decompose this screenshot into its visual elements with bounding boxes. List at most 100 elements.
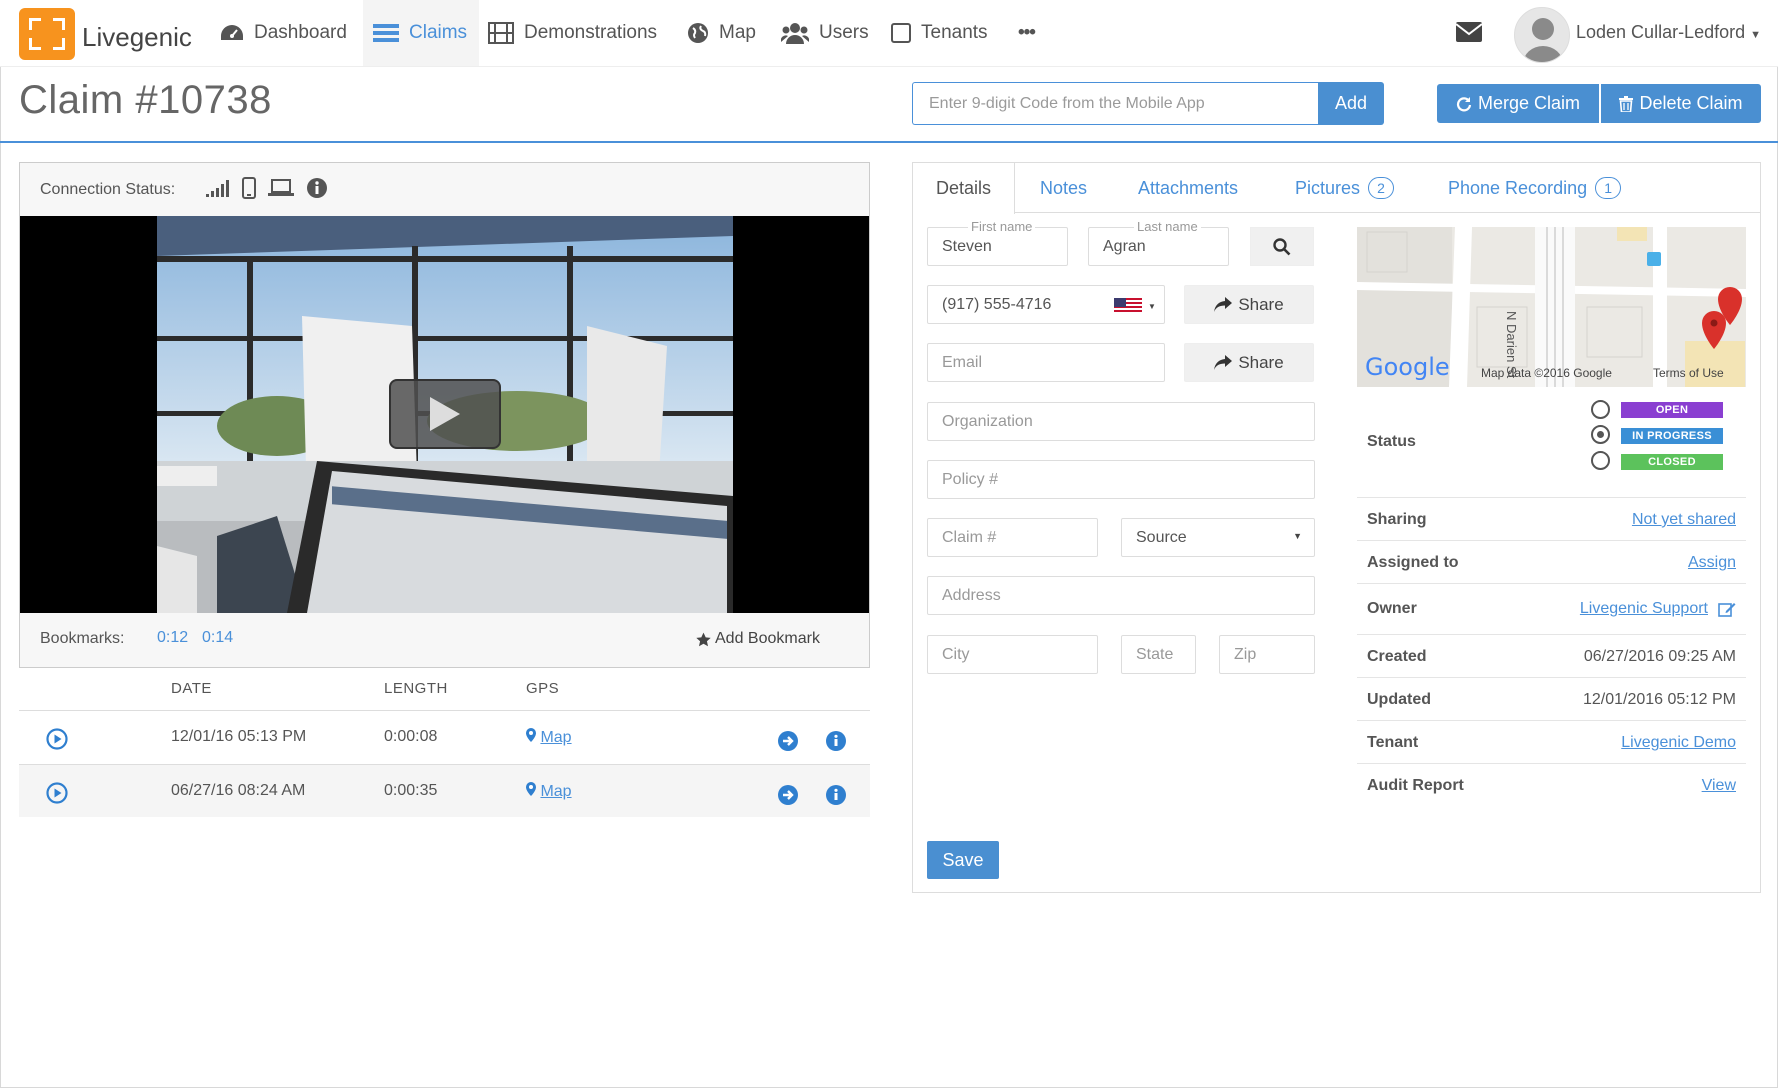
first-name-label: First name xyxy=(968,219,1036,234)
mail-icon[interactable] xyxy=(1456,22,1482,42)
page-title: Claim #10738 xyxy=(19,78,272,122)
video-player[interactable] xyxy=(20,216,869,613)
info-row-sharing: Sharing Not yet shared xyxy=(1357,497,1746,540)
owner-link[interactable]: Livegenic Support xyxy=(1580,600,1708,618)
column-header-gps: GPS xyxy=(526,680,560,697)
refresh-icon xyxy=(1456,96,1472,111)
audit-report-link[interactable]: View xyxy=(1702,777,1736,795)
recording-length: 0:00:35 xyxy=(384,782,438,799)
first-name-field[interactable]: First name Steven xyxy=(927,219,1068,266)
tab-pictures[interactable]: Pictures 2 xyxy=(1295,163,1395,213)
column-header-date: DATE xyxy=(171,680,212,697)
tab-phone-recording[interactable]: Phone Recording 1 xyxy=(1448,163,1622,213)
livegenic-logo-icon[interactable] xyxy=(19,8,75,60)
user-menu[interactable]: Loden Cullar-Ledford ▼ xyxy=(1576,22,1761,43)
last-name-field[interactable]: Last name Agran xyxy=(1088,219,1229,266)
more-menu-icon[interactable]: ••• xyxy=(1018,0,1036,66)
gps-map-link[interactable]: Map xyxy=(526,728,572,747)
edit-icon[interactable] xyxy=(1718,601,1736,617)
email-placeholder: Email xyxy=(942,353,983,371)
assign-link[interactable]: Assign xyxy=(1688,554,1736,572)
tab-attachments[interactable]: Attachments xyxy=(1138,163,1238,213)
google-logo[interactable]: Google xyxy=(1365,353,1450,381)
share-phone-button[interactable]: Share xyxy=(1184,285,1314,324)
mobile-code-input[interactable] xyxy=(912,82,1319,125)
tab-details[interactable]: Details xyxy=(913,163,1015,214)
country-selector[interactable]: ▼ xyxy=(1114,298,1156,314)
nav-dashboard-label: Dashboard xyxy=(254,22,347,43)
recording-row[interactable]: 06/27/16 08:24 AM 0:00:35 Map xyxy=(19,764,870,817)
nav-users[interactable]: Users xyxy=(781,0,869,66)
add-bookmark-button[interactable]: Add Bookmark xyxy=(696,630,820,648)
nav-tenants[interactable]: Tenants xyxy=(891,0,988,66)
users-icon xyxy=(781,23,809,44)
recording-row[interactable]: 12/01/16 05:13 PM 0:00:08 Map xyxy=(19,710,870,763)
nav-demonstrations[interactable]: Demonstrations xyxy=(488,0,657,66)
save-button[interactable]: Save xyxy=(927,841,999,879)
user-avatar[interactable] xyxy=(1514,7,1570,63)
status-badge-closed: CLOSED xyxy=(1621,454,1723,470)
info-circle-icon[interactable] xyxy=(306,177,328,199)
delete-claim-label: Delete Claim xyxy=(1639,93,1743,113)
bookmark-link[interactable]: 0:12 xyxy=(157,629,188,647)
play-circle-icon[interactable] xyxy=(46,728,68,750)
share-label: Share xyxy=(1238,352,1284,372)
caret-down-icon: ▼ xyxy=(1148,301,1156,311)
claim-number-placeholder: Claim # xyxy=(942,528,997,546)
arrow-circle-right-icon[interactable] xyxy=(778,731,798,751)
status-radio-in-progress[interactable] xyxy=(1591,425,1610,444)
search-contact-button[interactable] xyxy=(1250,227,1314,266)
claim-details-panel: Details Notes Attachments Pictures 2 Phon… xyxy=(912,162,1761,893)
nav-tenants-label: Tenants xyxy=(921,22,988,43)
info-row-audit-report: Audit Report View xyxy=(1357,763,1746,806)
laptop-icon xyxy=(268,179,294,196)
claim-number-field[interactable]: Claim # xyxy=(927,518,1098,557)
status-radio-open[interactable] xyxy=(1591,400,1610,419)
policy-field[interactable]: Policy # xyxy=(927,460,1315,499)
tab-phone-recording-label: Phone Recording xyxy=(1448,177,1588,198)
add-code-button[interactable]: Add xyxy=(1318,82,1384,125)
city-field[interactable]: City xyxy=(927,635,1098,674)
bookmark-link[interactable]: 0:14 xyxy=(202,629,233,647)
organization-placeholder: Organization xyxy=(942,412,1033,430)
tenant-link[interactable]: Livegenic Demo xyxy=(1621,734,1736,752)
mobile-icon xyxy=(242,177,256,199)
add-bookmark-label: Add Bookmark xyxy=(715,630,820,647)
merge-claim-button[interactable]: Merge Claim xyxy=(1437,84,1599,123)
zip-field[interactable]: Zip xyxy=(1219,635,1315,674)
info-circle-icon[interactable] xyxy=(826,785,846,805)
delete-claim-button[interactable]: Delete Claim xyxy=(1601,84,1761,123)
play-icon xyxy=(430,397,460,431)
info-circle-icon[interactable] xyxy=(826,731,846,751)
status-label: Status xyxy=(1367,433,1416,450)
brand-name[interactable]: Livegenic xyxy=(82,22,192,53)
organization-field[interactable]: Organization xyxy=(927,402,1315,441)
email-field[interactable]: Email xyxy=(927,343,1165,382)
nav-claims[interactable]: Claims xyxy=(363,0,479,66)
nav-dashboard[interactable]: Dashboard xyxy=(220,0,347,66)
top-nav: Livegenic Dashboard Claims Demonstration… xyxy=(0,0,1778,67)
city-placeholder: City xyxy=(942,645,970,663)
source-select[interactable]: Source ▼ xyxy=(1121,518,1315,557)
arrow-circle-right-icon[interactable] xyxy=(778,785,798,805)
phone-field[interactable]: (917) 555-4716 ▼ xyxy=(927,285,1165,324)
play-circle-icon[interactable] xyxy=(46,782,68,804)
tab-notes[interactable]: Notes xyxy=(1040,163,1087,213)
map-terms-link[interactable]: Terms of Use xyxy=(1653,366,1724,380)
state-field[interactable]: State xyxy=(1121,635,1196,674)
address-field[interactable]: Address xyxy=(927,576,1315,615)
zip-placeholder: Zip xyxy=(1234,645,1257,663)
tab-details-label: Details xyxy=(935,178,992,198)
gps-map-link[interactable]: Map xyxy=(526,782,572,801)
location-map[interactable]: N Darien St Google Map data ©2016 Google… xyxy=(1357,227,1746,387)
status-radio-closed[interactable] xyxy=(1591,451,1610,470)
nav-map[interactable]: Map xyxy=(687,0,756,66)
share-email-button[interactable]: Share xyxy=(1184,343,1314,382)
globe-icon xyxy=(688,23,708,43)
sharing-link[interactable]: Not yet shared xyxy=(1632,511,1736,529)
recording-date: 06/27/16 08:24 AM xyxy=(171,782,306,799)
play-button[interactable] xyxy=(389,379,501,449)
recording-length: 0:00:08 xyxy=(384,728,438,745)
share-label: Share xyxy=(1238,294,1284,314)
connection-icons xyxy=(206,177,328,199)
